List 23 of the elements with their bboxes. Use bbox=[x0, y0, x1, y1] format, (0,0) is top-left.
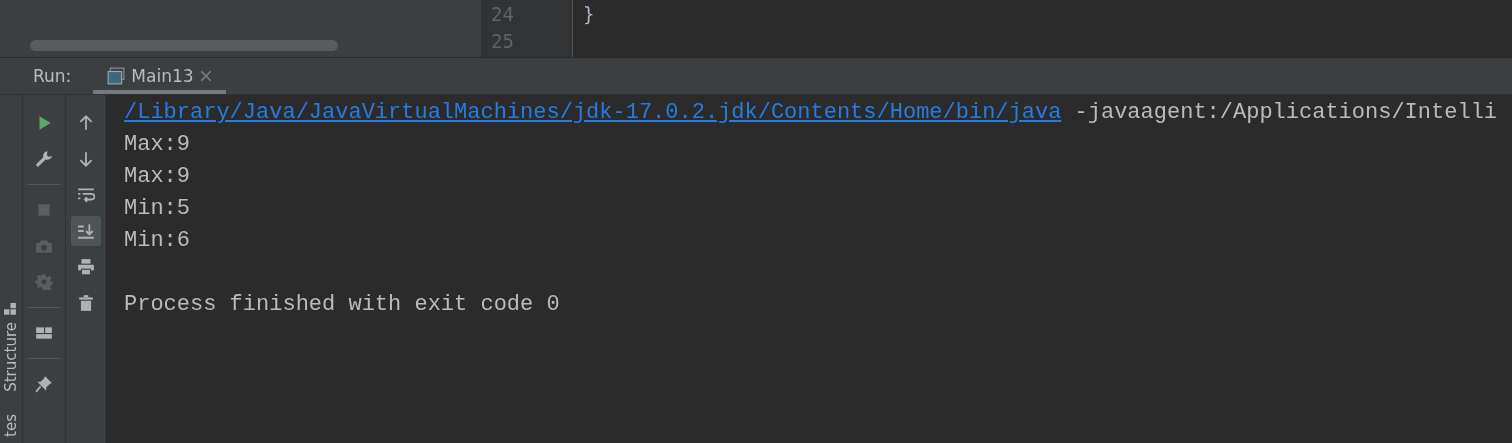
console-line: Process finished with exit code 0 bbox=[124, 292, 560, 317]
trash-icon[interactable] bbox=[76, 294, 95, 312]
console-line: Max:9 bbox=[124, 164, 190, 189]
run-label: Run: bbox=[33, 66, 72, 86]
tool-window-tab[interactable]: Structure bbox=[2, 322, 20, 393]
console-line: -javaagent:/Applications/Intelli bbox=[1073, 100, 1498, 125]
layout-icon[interactable] bbox=[35, 324, 53, 342]
horizontal-scrollbar[interactable] bbox=[30, 40, 338, 51]
console-line: Max:9 bbox=[124, 132, 190, 157]
wrap-icon[interactable] bbox=[76, 186, 95, 204]
close-icon[interactable] bbox=[199, 70, 212, 82]
console-line: Min:6 bbox=[124, 228, 190, 253]
tool-window-tab[interactable]: tes bbox=[2, 414, 20, 437]
code-line: } bbox=[583, 2, 596, 27]
scroll-to-end-icon[interactable] bbox=[76, 222, 95, 240]
structure-icon bbox=[4, 303, 18, 317]
toggle-button[interactable] bbox=[70, 216, 101, 246]
console-line: Min:5 bbox=[124, 196, 190, 221]
wrench-icon[interactable] bbox=[35, 150, 53, 168]
printer-icon[interactable] bbox=[76, 258, 95, 276]
pin-icon[interactable] bbox=[35, 375, 53, 393]
java-path-link[interactable]: /Library/Java/JavaVirtualMachines/jdk-17.0.2.jdk/Contents/Home/bin/java bbox=[124, 100, 1062, 125]
console-window-icon bbox=[107, 67, 126, 85]
